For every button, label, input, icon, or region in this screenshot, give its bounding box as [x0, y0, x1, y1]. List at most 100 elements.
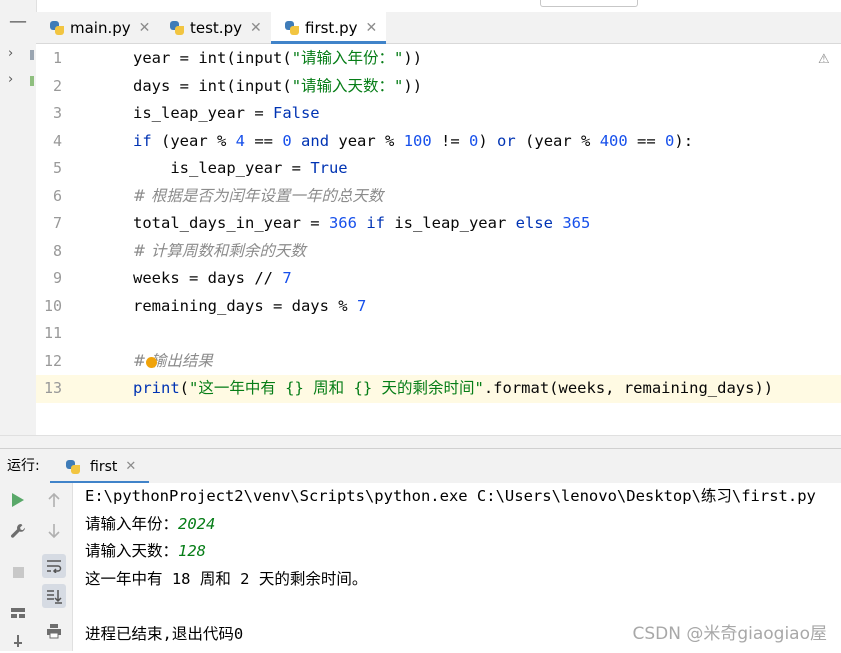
- code-line[interactable]: 13 print("这一年中有 {} 周和 {} 天的剩余时间".format(w…: [36, 375, 841, 403]
- prompt-text: 请输入天数：: [85, 542, 179, 560]
- soft-wrap-button[interactable]: [42, 554, 66, 578]
- line-number[interactable]: 2: [36, 73, 62, 101]
- code-line[interactable]: 2 days = int(input("请输入天数：")): [36, 73, 841, 101]
- warning-icon[interactable]: ⚠: [818, 52, 830, 67]
- code-text: is_leap_year = True: [133, 155, 347, 183]
- line-number[interactable]: 6: [36, 183, 62, 211]
- code-token: # 计算周数和剩余的天数: [133, 241, 306, 260]
- code-line[interactable]: 11: [36, 320, 841, 348]
- line-number[interactable]: 13: [36, 375, 62, 403]
- code-line[interactable]: 10 remaining_days = days % 7: [36, 293, 841, 321]
- scroll-down-button[interactable]: [42, 519, 66, 543]
- stop-button[interactable]: [6, 560, 30, 584]
- watermark: CSDN @米奇giaogiao屋: [632, 624, 827, 644]
- code-line[interactable]: 3 is_leap_year = False: [36, 100, 841, 128]
- close-icon[interactable]: ✕: [250, 20, 262, 36]
- python-file-icon: [285, 20, 299, 35]
- print-button[interactable]: [42, 619, 66, 643]
- code-token: else: [515, 214, 553, 232]
- close-icon[interactable]: ✕: [365, 20, 377, 36]
- tab-first-py[interactable]: first.py ✕: [271, 12, 386, 44]
- code-token: False: [272, 104, 320, 122]
- toolbar-field[interactable]: [540, 0, 638, 7]
- python-file-icon: [66, 459, 80, 474]
- code-text: year = int(input("请输入年份：")): [133, 45, 422, 73]
- code-text: # 根据是否为闰年设置一年的总天数: [133, 183, 383, 211]
- code-token: weeks = days //: [133, 269, 283, 287]
- line-number[interactable]: 8: [36, 238, 62, 266]
- library-icon: [30, 76, 34, 86]
- code-token: (: [282, 76, 292, 95]
- code-token: int: [198, 49, 227, 67]
- line-number[interactable]: 5: [36, 155, 62, 183]
- chevron-right-icon[interactable]: ›: [8, 72, 13, 87]
- tab-test-py[interactable]: test.py ✕: [156, 12, 269, 43]
- layout-icon: [11, 608, 25, 618]
- tab-label: first.py: [305, 18, 358, 37]
- close-icon[interactable]: ✕: [125, 459, 136, 474]
- code-text: days = int(input("请输入天数：")): [133, 73, 422, 101]
- code-token: int: [198, 76, 227, 95]
- line-number[interactable]: 11: [36, 320, 62, 348]
- code-token: 366: [328, 214, 357, 232]
- line-number[interactable]: 4: [36, 128, 62, 156]
- panel-splitter[interactable]: [0, 435, 841, 449]
- console-command: E:\pythonProject2\venv\Scripts\python.ex…: [85, 487, 816, 505]
- chevron-right-icon[interactable]: ›: [8, 46, 13, 61]
- collapse-icon[interactable]: —: [0, 12, 36, 32]
- play-icon: [12, 493, 24, 507]
- code-token: "请输入天数：": [291, 76, 404, 95]
- layout-button[interactable]: [6, 601, 30, 625]
- code-token: 0: [282, 131, 292, 150]
- code-line[interactable]: 8 # 计算周数和剩余的天数: [36, 238, 841, 266]
- run-tab-first[interactable]: first ✕: [50, 449, 149, 484]
- code-token: 400: [599, 131, 628, 150]
- run-tab-label: first: [90, 458, 118, 475]
- rerun-button[interactable]: [6, 488, 30, 512]
- close-icon[interactable]: ✕: [139, 20, 151, 36]
- code-text: weeks = days // 7: [133, 265, 292, 293]
- project-tool-strip: — › ›: [0, 0, 37, 435]
- code-token: # 输出结果: [133, 351, 213, 370]
- code-token: input: [235, 76, 283, 95]
- scroll-to-end-button[interactable]: [42, 584, 66, 608]
- line-number[interactable]: 3: [36, 100, 62, 128]
- line-number[interactable]: 1: [36, 45, 62, 73]
- wrench-icon: [11, 524, 25, 538]
- lightbulb-icon[interactable]: [146, 357, 157, 368]
- code-line[interactable]: 6 # 根据是否为闰年设置一年的总天数: [36, 183, 841, 211]
- code-token: ): [478, 131, 498, 150]
- code-line[interactable]: 9 weeks = days // 7: [36, 265, 841, 293]
- code-token: 100: [403, 131, 432, 150]
- wrap-icon: [47, 560, 62, 573]
- line-number[interactable]: 12: [36, 348, 62, 376]
- code-line[interactable]: 1 year = int(input("请输入年份：")): [36, 45, 841, 73]
- settings-button[interactable]: [6, 519, 30, 543]
- printer-icon: [47, 624, 61, 639]
- line-number[interactable]: 7: [36, 210, 62, 238]
- code-line[interactable]: 5 is_leap_year = True: [36, 155, 841, 183]
- code-token: !=: [431, 131, 470, 150]
- code-editor[interactable]: 1 year = int(input("请输入年份：")) 2 days = int(…: [36, 44, 841, 446]
- scroll-up-button[interactable]: [42, 488, 66, 512]
- line-number[interactable]: 10: [36, 293, 62, 321]
- code-token: is_leap_year =: [133, 104, 273, 122]
- code-text: # 计算周数和剩余的天数: [133, 238, 306, 266]
- code-line[interactable]: 4 if (year % 4 == 0 and year % 100 != 0) …: [36, 128, 841, 156]
- code-token: if: [366, 214, 385, 232]
- code-token: .format(weeks, remaining_days)): [483, 379, 774, 397]
- run-toolbar: [0, 483, 37, 651]
- code-text: total_days_in_year = 366 if is_leap_year…: [133, 210, 590, 238]
- code-token: 0: [665, 131, 675, 150]
- pin-button[interactable]: [6, 629, 30, 653]
- tab-main-py[interactable]: main.py ✕: [36, 12, 154, 43]
- code-token: (: [282, 49, 292, 67]
- code-line[interactable]: 7 total_days_in_year = 366 if is_leap_yea…: [36, 210, 841, 238]
- code-token: year =: [133, 49, 199, 67]
- line-number[interactable]: 9: [36, 265, 62, 293]
- pin-icon: [14, 635, 22, 647]
- code-token: print: [133, 379, 180, 397]
- folder-icon: [30, 50, 34, 60]
